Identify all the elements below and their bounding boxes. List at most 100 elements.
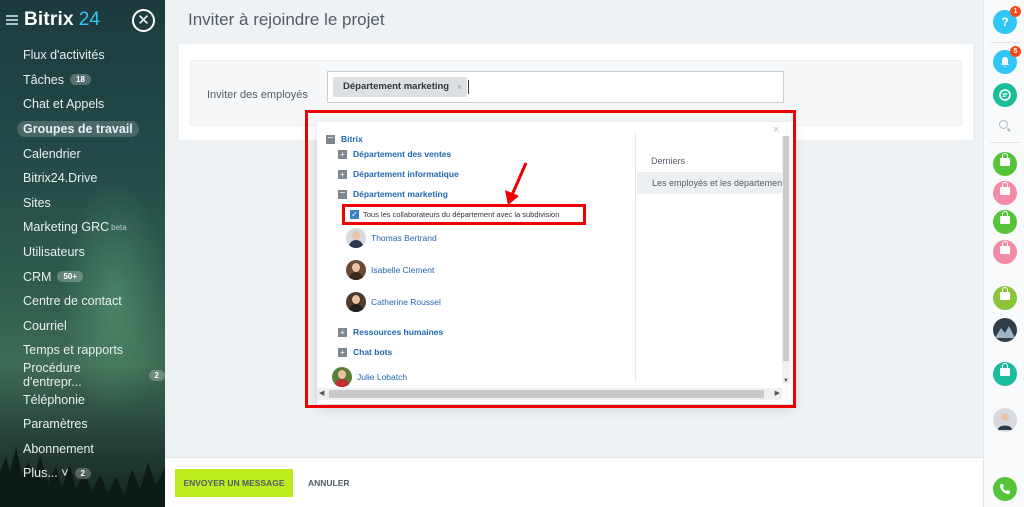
cancel-button[interactable]: ANNULER (308, 469, 350, 497)
tree-item-informatique[interactable]: + Département informatique (338, 169, 459, 179)
user-avatar-icon[interactable] (993, 318, 1017, 342)
checkbox-checked-icon[interactable]: ✓ (350, 210, 359, 219)
scroll-thumb[interactable] (329, 390, 764, 398)
sidebar-item-procedure[interactable]: Procédure d'entrepr... 2 (0, 361, 165, 389)
notification-badge: 1 (1010, 6, 1021, 17)
count-badge: 2 (74, 467, 91, 479)
expand-icon[interactable]: + (338, 169, 347, 179)
sidebar-item-calendrier[interactable]: Calendrier (0, 141, 165, 166)
close-icon[interactable]: ✕ (132, 9, 155, 32)
sidebar-item-groupes[interactable]: Groupes de travail (0, 117, 165, 142)
phone-icon[interactable] (993, 477, 1017, 501)
department-label: Chat bots (353, 347, 393, 357)
scroll-thumb[interactable] (783, 136, 789, 361)
employee-name: Thomas Bertrand (371, 233, 437, 243)
sidebar-item-temps[interactable]: Temps et rapports (0, 338, 165, 363)
employee-item[interactable]: Julie Lobatch (332, 367, 407, 387)
collapse-icon[interactable]: − (338, 188, 347, 199)
lock-icon[interactable] (993, 152, 1017, 176)
sidebar-item-parametres[interactable]: Paramètres (0, 412, 165, 437)
count-badge: 50+ (57, 271, 84, 283)
tag-remove-icon[interactable]: × (457, 77, 462, 97)
tab-structure[interactable]: Les employés et les départements (637, 172, 787, 194)
invite-input[interactable]: Département marketing × (327, 71, 784, 103)
beta-tag: beta (111, 222, 127, 232)
vertical-scrollbar[interactable]: ▼ (782, 136, 790, 384)
chat-icon[interactable] (993, 83, 1017, 107)
department-tree: − Bitrix + Département des ventes + Dépa… (317, 122, 635, 404)
employee-item[interactable]: Isabelle Clement (346, 260, 434, 280)
select-all-department-option[interactable]: ✓ Tous les collaborateurs du département… (342, 204, 586, 225)
sidebar-item-sites[interactable]: Sites (0, 191, 165, 216)
sidebar-item-courriel[interactable]: Courriel (0, 314, 165, 339)
annotation-arrow-icon (505, 162, 528, 205)
avatar (346, 260, 366, 280)
bell-icon[interactable]: 5 (993, 46, 1021, 74)
tree-item-rh[interactable]: + Ressources humaines (338, 327, 443, 337)
sidebar-item-crm[interactable]: CRM 50+ (0, 264, 165, 289)
department-label: Département informatique (353, 169, 459, 179)
scroll-down-icon[interactable]: ▼ (782, 378, 790, 384)
tree-root[interactable]: − Bitrix (326, 133, 363, 144)
department-label: Département marketing (353, 189, 448, 199)
brand-name: Bitrix (24, 9, 74, 30)
lock-icon[interactable] (993, 362, 1017, 386)
expand-icon[interactable]: + (338, 149, 347, 159)
left-sidebar: Bitrix 24 ✕ Flux d'activités Tâches 18 Ch… (0, 0, 165, 507)
lock-icon[interactable] (993, 240, 1017, 264)
help-icon[interactable]: ? 1 (993, 6, 1021, 34)
tree-item-chatbots[interactable]: + Chat bots (338, 347, 392, 357)
right-toolbar: ? 1 5 (983, 0, 1024, 507)
selected-department-tag[interactable]: Département marketing × (333, 77, 468, 97)
popup-tabs: Derniers Les employés et les département… (637, 122, 787, 404)
tab-recent[interactable]: Derniers (651, 156, 685, 166)
brand-logo[interactable]: Bitrix 24 (6, 8, 100, 32)
divider (990, 42, 1020, 43)
lock-icon[interactable] (993, 286, 1017, 310)
sidebar-item-flux[interactable]: Flux d'activités (0, 43, 165, 68)
menu-icon[interactable] (6, 15, 18, 25)
count-badge: 2 (148, 369, 165, 381)
tree-item-ventes[interactable]: + Département des ventes (338, 149, 451, 159)
sidebar-item-utilisateurs[interactable]: Utilisateurs (0, 240, 165, 265)
divider (990, 142, 1020, 143)
employee-name: Catherine Roussel (371, 297, 441, 307)
popup-divider (635, 132, 636, 382)
notification-badge: 5 (1010, 46, 1021, 57)
scroll-right-icon[interactable]: ▶ (775, 388, 780, 400)
avatar (332, 367, 352, 387)
sidebar-item-contact[interactable]: Centre de contact (0, 289, 165, 314)
sidebar-item-abonnement[interactable]: Abonnement (0, 437, 165, 462)
employee-item[interactable]: Thomas Bertrand (346, 228, 437, 248)
tag-label: Département marketing (343, 81, 450, 92)
invite-label: Inviter des employés (207, 89, 308, 101)
sidebar-item-telephonie[interactable]: Téléphonie (0, 387, 165, 412)
search-icon[interactable] (999, 120, 1008, 129)
expand-icon[interactable]: + (338, 327, 347, 337)
employee-item[interactable]: Catherine Roussel (346, 292, 441, 312)
count-badge: 18 (70, 74, 91, 86)
text-caret (468, 80, 469, 94)
sidebar-item-marketing[interactable]: Marketing GRC beta (0, 215, 165, 240)
employee-selector-popup: × − Bitrix + Département des ventes + Dé… (317, 122, 793, 404)
send-message-button[interactable]: ENVOYER UN MESSAGE (175, 469, 293, 497)
sidebar-item-chat[interactable]: Chat et Appels (0, 92, 165, 117)
sidebar-item-taches[interactable]: Tâches 18 (0, 68, 165, 93)
expand-icon[interactable]: + (338, 347, 347, 357)
user-avatar-icon[interactable] (993, 408, 1017, 432)
tree-item-marketing[interactable]: − Département marketing (338, 188, 448, 199)
scroll-left-icon[interactable]: ◀ (319, 388, 324, 400)
collapse-icon[interactable]: − (326, 133, 335, 144)
lock-icon[interactable] (993, 210, 1017, 234)
select-all-label: Tous les collaborateurs du département a… (363, 210, 560, 219)
root-label: Bitrix (341, 134, 363, 144)
footer-bar: ENVOYER UN MESSAGE ANNULER (165, 457, 983, 507)
department-label: Ressources humaines (353, 327, 444, 337)
sidebar-item-drive[interactable]: Bitrix24.Drive (0, 166, 165, 191)
employee-name: Julie Lobatch (357, 372, 408, 382)
invite-form-row: Inviter des employés Département marketi… (190, 60, 962, 126)
horizontal-scrollbar[interactable]: ◀ ▶ (317, 388, 782, 400)
lock-icon[interactable] (993, 181, 1017, 205)
sidebar-item-plus[interactable]: Plus... ˅ 2 (0, 461, 165, 486)
avatar (346, 292, 366, 312)
